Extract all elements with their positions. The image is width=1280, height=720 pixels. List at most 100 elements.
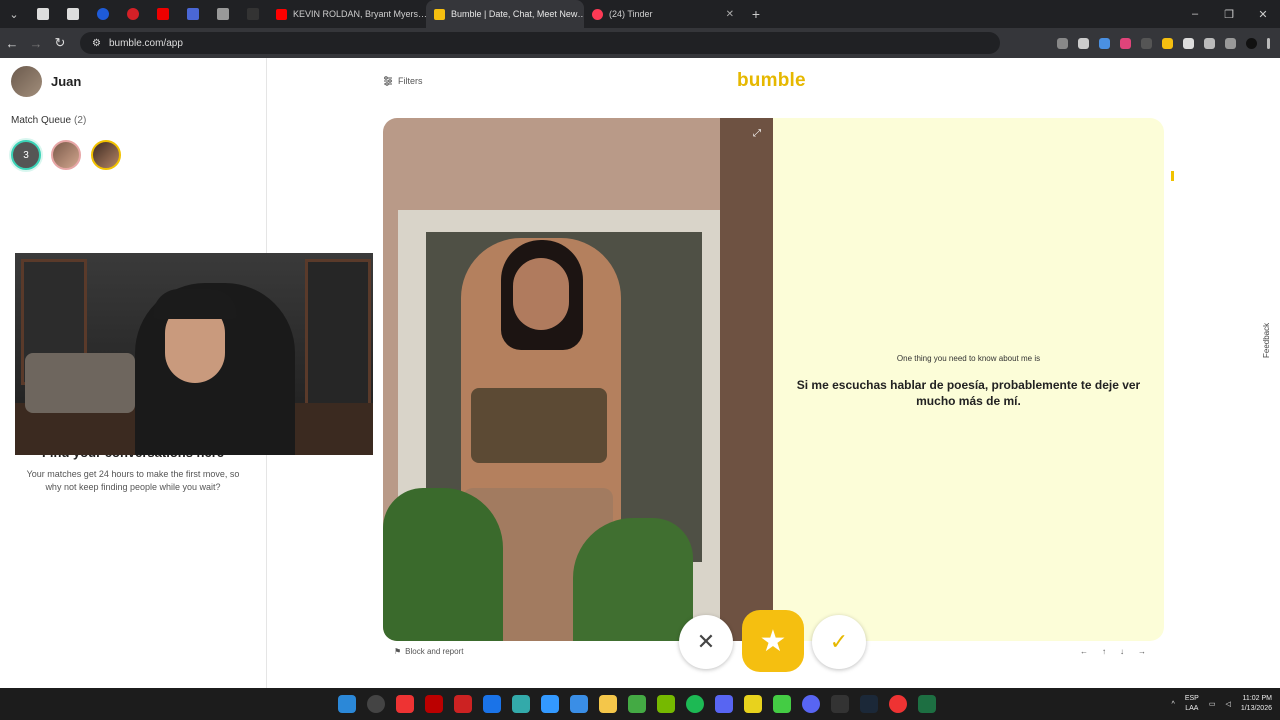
photos-icon[interactable]	[541, 695, 559, 713]
match-queue-label: Match Queue	[11, 115, 72, 126]
spotify-icon[interactable]	[686, 695, 704, 713]
pinned-tab-5[interactable]	[148, 0, 178, 28]
menu-icon[interactable]	[1267, 37, 1270, 49]
arrow-down-icon: ↓	[1120, 647, 1124, 656]
avatar[interactable]	[11, 66, 42, 97]
block-report-link[interactable]: ⚑ Block and report	[394, 647, 463, 656]
extension-icon[interactable]	[1162, 37, 1173, 49]
back-icon[interactable]: ←	[0, 36, 24, 51]
reading-list-icon[interactable]	[1225, 37, 1236, 49]
filters-icon	[384, 76, 392, 86]
search-icon[interactable]	[367, 695, 385, 713]
chrome-icon[interactable]	[396, 695, 414, 713]
address-toolbar: ← → ↻ ⚙ bumble.com/app	[0, 28, 1280, 58]
extension-icon[interactable]	[1120, 37, 1131, 49]
prompt-answer: Si me escuchas hablar de poesía, probabl…	[796, 378, 1141, 408]
steam-icon[interactable]	[860, 695, 878, 713]
scroll-indicator	[1171, 171, 1174, 181]
beeline-badge[interactable]: 3	[11, 140, 41, 170]
pinned-tab-3[interactable]	[88, 0, 118, 28]
profile-card: ⤢ One thing you need to know about me is…	[383, 118, 1164, 641]
restore-button[interactable]: ❐	[1212, 8, 1246, 21]
match-avatar[interactable]	[91, 140, 121, 170]
extension-icon[interactable]	[1183, 37, 1194, 49]
bumble-logo[interactable]: bumble	[737, 70, 806, 92]
extensions-puzzle-icon[interactable]	[1204, 37, 1215, 49]
bumble-icon	[434, 8, 445, 20]
profile-photo[interactable]: ⤢	[383, 118, 773, 641]
arrow-right-icon: →	[1138, 647, 1146, 656]
extension-icon[interactable]	[1099, 37, 1110, 49]
close-icon[interactable]: ✕	[726, 9, 734, 20]
bookmark-star-icon[interactable]	[1078, 37, 1089, 49]
app-icon[interactable]	[454, 695, 472, 713]
opera-icon[interactable]	[425, 695, 443, 713]
feedback-tab[interactable]: Feedback	[1262, 323, 1271, 358]
discord-icon[interactable]	[802, 695, 820, 713]
star-icon: ★	[759, 624, 787, 658]
minimize-button[interactable]: –	[1178, 8, 1212, 21]
profile-prompt: One thing you need to know about me is S…	[773, 118, 1164, 641]
pass-button[interactable]: ✕	[679, 615, 733, 669]
browser-tab-active[interactable]: Bumble | Date, Chat, Meet New… ✕	[426, 0, 584, 28]
forward-icon[interactable]: →	[24, 36, 48, 51]
match-queue-list: 3	[11, 140, 121, 170]
youtube-icon	[276, 8, 287, 20]
url-bar[interactable]: ⚙ bumble.com/app	[80, 32, 1000, 54]
reload-icon[interactable]: ↻	[48, 35, 72, 51]
pinned-tab-1[interactable]	[28, 0, 58, 28]
arrow-left-icon: ←	[1080, 647, 1088, 656]
bumble-app: Juan Match Queue(2) 3 Find your conversa…	[0, 58, 1280, 688]
network-icon[interactable]: ▭	[1209, 700, 1216, 708]
app-icon[interactable]	[831, 695, 849, 713]
window-close-button[interactable]: ✕	[1246, 8, 1280, 21]
pinned-tab-2[interactable]	[58, 0, 88, 28]
file-explorer-icon[interactable]	[599, 695, 617, 713]
app-icon[interactable]	[512, 695, 530, 713]
profile-avatar[interactable]	[1246, 37, 1257, 49]
app-icon[interactable]	[570, 695, 588, 713]
user-name: Juan	[51, 74, 82, 89]
start-icon[interactable]	[338, 695, 356, 713]
chrome-icon[interactable]	[889, 695, 907, 713]
language-indicator[interactable]: ESP LAA	[1185, 694, 1199, 714]
translate-icon[interactable]	[1057, 37, 1068, 49]
pinned-tab-4[interactable]	[118, 0, 148, 28]
browser-tab[interactable]: (24) Tinder ✕	[584, 0, 742, 28]
pinned-tab-8[interactable]	[238, 0, 268, 28]
empty-conversations-subtitle: Your matches get 24 hours to make the fi…	[26, 469, 240, 492]
app-icon[interactable]	[628, 695, 646, 713]
app-icon[interactable]	[773, 695, 791, 713]
like-button[interactable]: ✓	[812, 615, 866, 669]
close-icon: ✕	[696, 629, 716, 654]
extension-icon[interactable]	[1141, 37, 1152, 49]
keyboard-hints: ← ↑ ↓ →	[1080, 647, 1146, 656]
defender-icon[interactable]	[483, 695, 501, 713]
new-tab-button[interactable]: +	[742, 0, 770, 28]
arrow-up-icon: ↑	[1102, 647, 1106, 656]
tinder-icon	[592, 8, 603, 20]
check-icon: ✓	[829, 629, 849, 654]
flag-icon: ⚑	[394, 647, 402, 656]
volume-icon[interactable]: ◁	[1225, 700, 1230, 708]
browser-tab[interactable]: KEVIN ROLDAN, Bryant Myers… ✕	[268, 0, 426, 28]
nvidia-icon[interactable]	[657, 695, 675, 713]
system-tray: ^ ESP LAA ▭ ◁ 11:02 PM 1/13/2026	[1172, 688, 1272, 720]
expand-icon[interactable]: ⤢	[753, 128, 761, 139]
filters-button[interactable]: Filters	[383, 76, 423, 86]
tray-chevron-icon[interactable]: ^	[1172, 701, 1175, 708]
match-queue-count: (2)	[74, 115, 87, 126]
webcam-overlay	[15, 253, 373, 455]
windows-taskbar: ^ ESP LAA ▭ ◁ 11:02 PM 1/13/2026	[0, 688, 1280, 720]
clock[interactable]: 11:02 PM 1/13/2026	[1241, 694, 1272, 714]
superswipe-button[interactable]: ★	[742, 610, 804, 672]
app-icon[interactable]	[744, 695, 762, 713]
pinned-tab-6[interactable]	[178, 0, 208, 28]
app-icon[interactable]	[715, 695, 733, 713]
match-avatar[interactable]	[51, 140, 81, 170]
pinned-tab-7[interactable]	[208, 0, 238, 28]
user-profile[interactable]: Juan	[11, 66, 81, 97]
tab-search-button[interactable]: ⌄	[0, 0, 28, 28]
site-info-icon[interactable]: ⚙	[92, 38, 101, 49]
excel-icon[interactable]	[918, 695, 936, 713]
